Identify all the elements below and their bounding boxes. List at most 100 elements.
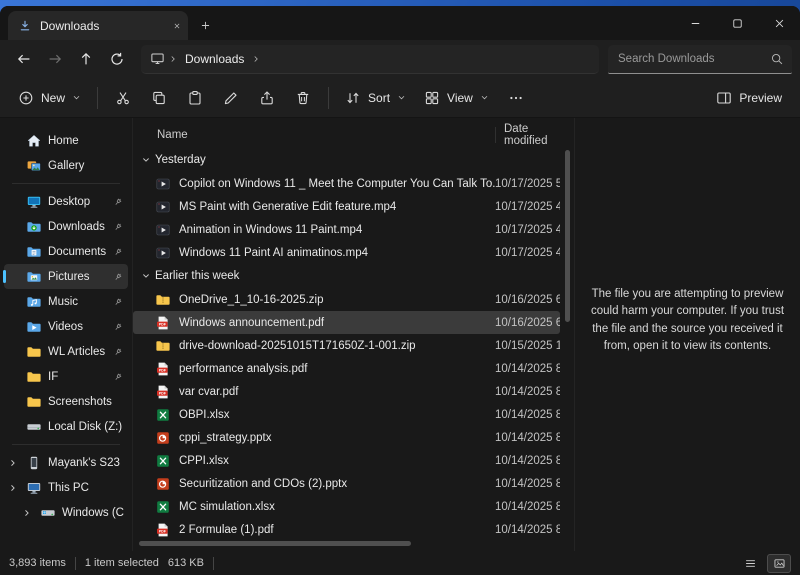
file-row-securitization-and-cdos-2-pptx[interactable]: Securitization and CDOs (2).pptx10/14/20… <box>133 472 560 495</box>
view-button[interactable]: View <box>415 82 498 114</box>
file-list-pane: Name Date modified YesterdayCopilot on W… <box>133 118 574 551</box>
minimize-button[interactable] <box>674 6 716 40</box>
preview-toggle-button[interactable]: Preview <box>707 82 791 114</box>
command-bar: New Sort View Preview <box>0 78 800 118</box>
sort-icon <box>345 90 361 106</box>
cut-icon <box>115 90 131 106</box>
sidebar-item-gallery[interactable]: Gallery <box>4 153 128 178</box>
pdf-file-icon: PDF <box>155 384 171 400</box>
file-row-2-formulae-1-pdf[interactable]: PDF2 Formulae (1).pdf10/14/2025 8:37 <box>133 518 560 539</box>
preview-warning-message: The file you are attempting to preview c… <box>586 286 789 355</box>
pin-icon <box>112 246 124 258</box>
pdf-file-icon: PDF <box>155 522 171 538</box>
details-view-button[interactable] <box>738 554 762 573</box>
file-row-var-cvar-pdf[interactable]: PDFvar cvar.pdf10/14/2025 8:38 <box>133 380 560 403</box>
documents-icon <box>26 244 42 260</box>
maximize-button[interactable] <box>716 6 758 40</box>
file-row-windows-11-paint-ai-animatinos-mp4[interactable]: Windows 11 Paint AI animatinos.mp410/17/… <box>133 241 560 264</box>
sort-button[interactable]: Sort <box>336 82 415 114</box>
chevron-right-icon[interactable] <box>251 54 261 64</box>
file-row-mc-simulation-xlsx[interactable]: MC simulation.xlsx10/14/2025 8:37 <box>133 495 560 518</box>
sidebar-separator <box>12 444 120 445</box>
breadcrumb-segment[interactable]: Downloads <box>181 52 248 66</box>
refresh-button[interactable] <box>101 45 132 73</box>
vertical-scrollbar-thumb[interactable] <box>565 150 570 322</box>
sidebar-item-videos[interactable]: Videos <box>4 314 128 339</box>
file-row-cppi-strategy-pptx[interactable]: cppi_strategy.pptx10/14/2025 8:38 <box>133 426 560 449</box>
file-name: MS Paint with Generative Edit feature.mp… <box>179 201 495 213</box>
column-header-name[interactable]: Name <box>157 129 495 141</box>
rename-button[interactable] <box>213 82 249 114</box>
search-box[interactable] <box>608 45 792 74</box>
group-header-earlier-this-week[interactable]: Earlier this week <box>133 264 560 288</box>
pptx-file-icon <box>155 476 171 492</box>
search-input[interactable] <box>616 52 764 66</box>
file-row-onedrive-1-10-16-2025-zip[interactable]: OneDrive_1_10-16-2025.zip10/16/2025 6:24 <box>133 288 560 311</box>
file-name: Windows announcement.pdf <box>179 317 495 329</box>
back-button[interactable] <box>8 45 39 73</box>
pc-icon <box>26 480 42 496</box>
column-header-date-modified[interactable]: Date modified <box>495 127 574 143</box>
breadcrumb[interactable]: Downloads <box>141 45 599 74</box>
share-button[interactable] <box>249 82 285 114</box>
file-row-performance-analysis-pdf[interactable]: PDFperformance analysis.pdf10/14/2025 8:… <box>133 357 560 380</box>
view-switcher <box>738 554 791 573</box>
cut-button[interactable] <box>105 82 141 114</box>
chevron-right-icon[interactable] <box>20 506 34 520</box>
sidebar-item-local-disk-z[interactable]: Local Disk (Z:) <box>4 414 128 439</box>
sidebar-item-downloads[interactable]: Downloads <box>4 214 128 239</box>
close-button[interactable] <box>758 6 800 40</box>
paste-button[interactable] <box>177 82 213 114</box>
sidebar-item-if[interactable]: IF <box>4 364 128 389</box>
new-button[interactable]: New <box>9 82 90 114</box>
search-icon <box>770 52 784 66</box>
file-row-drive-download-20251015t171650z-1-001-zip[interactable]: drive-download-20251015T171650Z-1-001.zi… <box>133 334 560 357</box>
sidebar-item-pictures[interactable]: Pictures <box>4 264 128 289</box>
copy-button[interactable] <box>141 82 177 114</box>
sidebar-item-wl-articles[interactable]: WL Articles <box>4 339 128 364</box>
chevron-down-icon[interactable] <box>139 153 153 167</box>
sidebar-item-mayank-s-s23[interactable]: Mayank's S23 <box>4 450 128 475</box>
sidebar-item-documents[interactable]: Documents <box>4 239 128 264</box>
file-name: cppi_strategy.pptx <box>179 432 495 444</box>
toolbar-divider <box>97 87 98 109</box>
file-row-animation-in-windows-11-paint-mp4[interactable]: Animation in Windows 11 Paint.mp410/17/2… <box>133 218 560 241</box>
forward-button[interactable] <box>39 45 70 73</box>
vertical-scrollbar[interactable] <box>564 148 572 535</box>
chevron-right-icon[interactable] <box>6 456 20 470</box>
pin-icon <box>112 221 124 233</box>
horizontal-scrollbar[interactable] <box>137 539 558 549</box>
up-button[interactable] <box>70 45 101 73</box>
chevron-right-icon[interactable] <box>6 481 20 495</box>
new-button-label: New <box>41 91 65 105</box>
status-divider <box>213 557 214 570</box>
tab-downloads[interactable]: Downloads <box>8 11 188 40</box>
new-icon <box>18 90 34 106</box>
sidebar-item-this-pc[interactable]: This PC <box>4 475 128 500</box>
sidebar-item-music[interactable]: Music <box>4 289 128 314</box>
horizontal-scrollbar-thumb[interactable] <box>139 541 411 546</box>
selection-count: 1 item selected <box>85 557 159 569</box>
svg-text:PDF: PDF <box>159 529 167 533</box>
chevron-down-icon[interactable] <box>139 269 153 283</box>
file-row-windows-announcement-pdf[interactable]: PDFWindows announcement.pdf10/16/2025 6:… <box>133 311 560 334</box>
group-header-yesterday[interactable]: Yesterday <box>133 148 560 172</box>
file-row-copilot-on-windows-11-meet-the-computer-you-can-talk-to-mp4[interactable]: Copilot on Windows 11 _ Meet the Compute… <box>133 172 560 195</box>
new-tab-button[interactable] <box>192 12 218 38</box>
file-name: Securitization and CDOs (2).pptx <box>179 478 495 490</box>
delete-button[interactable] <box>285 82 321 114</box>
file-row-obpi-xlsx[interactable]: OBPI.xlsx10/14/2025 8:38 <box>133 403 560 426</box>
more-options-button[interactable] <box>498 82 534 114</box>
sidebar-item-windows-c[interactable]: Windows (C:) <box>4 500 128 525</box>
mp4-file-icon <box>155 199 171 215</box>
tab-close-icon[interactable] <box>172 21 182 31</box>
svg-text:PDF: PDF <box>159 368 167 372</box>
sidebar-item-desktop[interactable]: Desktop <box>4 189 128 214</box>
file-row-ms-paint-with-generative-edit-feature-mp4[interactable]: MS Paint with Generative Edit feature.mp… <box>133 195 560 218</box>
sidebar-item-screenshots[interactable]: Screenshots <box>4 389 128 414</box>
chevron-right-icon[interactable] <box>168 54 178 64</box>
thumbnail-view-button[interactable] <box>767 554 791 573</box>
sidebar-item-home[interactable]: Home <box>4 128 128 153</box>
file-row-cppi-xlsx[interactable]: CPPI.xlsx10/14/2025 8:38 <box>133 449 560 472</box>
paste-icon <box>187 90 203 106</box>
